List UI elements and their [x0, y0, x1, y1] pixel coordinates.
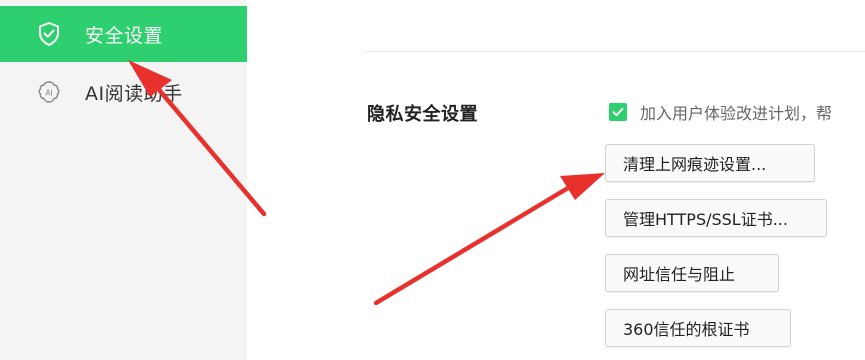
root-certificates-button[interactable]: 360信任的根证书: [605, 309, 791, 347]
url-trust-and-block-button[interactable]: 网址信任与阻止: [605, 254, 779, 292]
sidebar-item-ai-reading-assistant[interactable]: AI AI阅读助手: [0, 64, 247, 120]
settings-window: 安全设置 AI AI阅读助手 隐私安全设置 加入用户体验改进计划，帮 清理上网痕…: [0, 0, 865, 360]
annotation-arrow-to-clear-button: [373, 173, 605, 306]
section-divider: [365, 51, 865, 52]
shield-check-icon: [36, 21, 62, 47]
manage-https-ssl-certificates-button[interactable]: 管理HTTPS/SSL证书...: [605, 199, 827, 237]
sidebar-item-label: 安全设置: [85, 24, 164, 47]
user-experience-checkbox[interactable]: [609, 103, 627, 121]
svg-text:AI: AI: [45, 89, 52, 98]
ai-brain-icon: AI: [36, 79, 62, 105]
checkmark-icon: [612, 107, 624, 117]
privacy-section-title: 隐私安全设置: [367, 104, 478, 125]
clear-browsing-traces-button[interactable]: 清理上网痕迹设置...: [605, 144, 815, 182]
user-experience-checkbox-label: 加入用户体验改进计划，帮: [640, 104, 833, 123]
sidebar-item-security-settings[interactable]: 安全设置: [0, 6, 247, 62]
sidebar-item-label: AI阅读助手: [85, 82, 183, 105]
user-experience-checkbox-row[interactable]: 加入用户体验改进计划，帮: [609, 100, 832, 124]
sidebar: 安全设置 AI AI阅读助手: [0, 0, 247, 360]
